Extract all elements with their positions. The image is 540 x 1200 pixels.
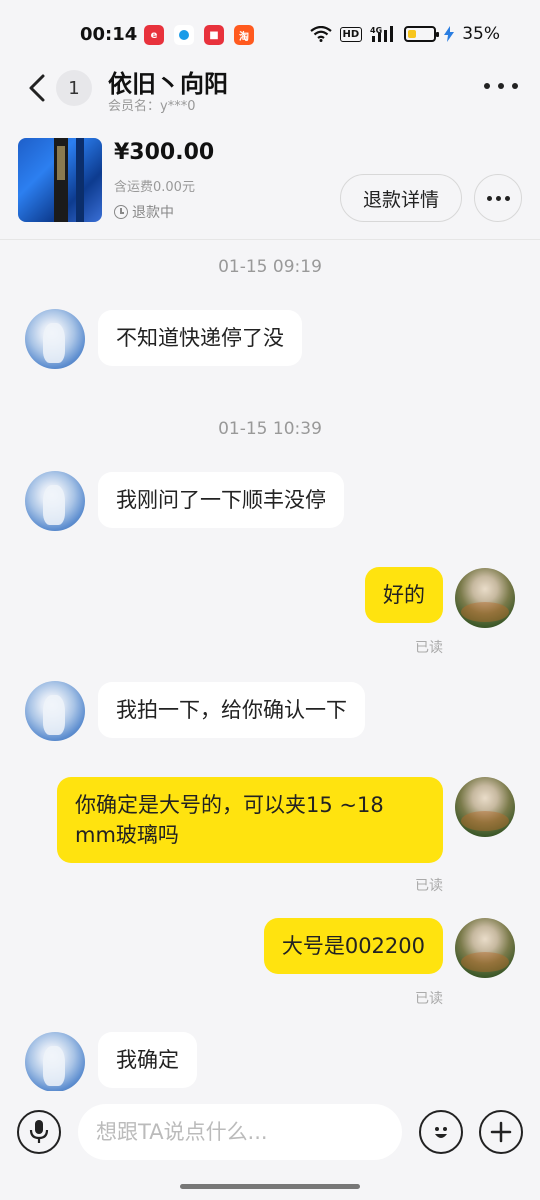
order-card: ¥300.00 含运费0.00元 退款中 退款详情 xyxy=(0,122,540,240)
emoji-button[interactable] xyxy=(419,1110,463,1154)
message-bubble-incoming[interactable]: 不知道快递停了没 xyxy=(98,310,302,366)
plus-icon xyxy=(490,1121,512,1143)
contact-avatar[interactable] xyxy=(25,1032,85,1091)
battery-icon xyxy=(404,26,440,42)
product-thumbnail[interactable] xyxy=(18,138,102,222)
contact-avatar[interactable] xyxy=(25,309,85,369)
message-bubble-outgoing[interactable]: 你确定是大号的，可以夹15 ~18 mm玻璃吗 xyxy=(57,777,443,863)
dot-icon xyxy=(486,195,492,201)
dot-icon xyxy=(512,83,518,89)
notification-icons: e ■ 淘 xyxy=(144,25,254,45)
message-bubble-incoming[interactable]: 我确定 xyxy=(98,1032,197,1088)
message-bubble-outgoing[interactable]: 好的 xyxy=(365,567,443,623)
timestamp: 01-15 10:39 xyxy=(218,419,322,439)
wifi-icon xyxy=(309,26,332,42)
read-receipt: 已读 xyxy=(415,878,443,894)
message-bubble-incoming[interactable]: 我拍一下，给你确认一下 xyxy=(98,682,365,738)
contact-avatar[interactable] xyxy=(25,471,85,531)
app-red-icon: e xyxy=(144,25,164,45)
more-options-button[interactable] xyxy=(484,76,518,96)
dot-icon xyxy=(504,195,510,201)
charging-bolt-icon xyxy=(444,26,455,42)
app-blue-dot-icon xyxy=(174,25,194,45)
chevron-left-icon xyxy=(29,74,45,102)
chat-messages[interactable]: 01-15 09:19 不知道快递停了没 01-15 10:39 我刚问了一下顺… xyxy=(0,241,540,1091)
input-bar xyxy=(0,1092,540,1172)
dot-icon xyxy=(495,195,501,201)
contact-avatar[interactable] xyxy=(25,681,85,741)
signal-icon: 4G xyxy=(370,26,394,42)
app-shop-icon: ■ xyxy=(204,25,224,45)
dot-icon xyxy=(498,83,504,89)
battery-percent: 35% xyxy=(462,24,500,44)
refund-details-button[interactable]: 退款详情 xyxy=(340,174,462,222)
timestamp: 01-15 09:19 xyxy=(218,257,322,277)
my-avatar[interactable] xyxy=(455,918,515,978)
dot-icon xyxy=(484,83,490,89)
smiley-icon xyxy=(435,1127,447,1138)
voice-button[interactable] xyxy=(17,1110,61,1154)
refund-status-text: 退款中 xyxy=(132,205,174,221)
my-avatar[interactable] xyxy=(455,568,515,628)
message-bubble-outgoing[interactable]: 大号是002200 xyxy=(263,918,443,974)
order-price: ¥300.00 xyxy=(114,140,215,165)
my-avatar[interactable] xyxy=(455,777,515,837)
shipping-fee: 含运费0.00元 xyxy=(114,180,195,195)
back-button[interactable] xyxy=(22,68,52,108)
taobao-icon: 淘 xyxy=(234,25,254,45)
message-input[interactable] xyxy=(78,1104,402,1160)
message-bubble-incoming[interactable]: 我刚问了一下顺丰没停 xyxy=(98,472,344,528)
read-receipt: 已读 xyxy=(415,991,443,1007)
status-time: 00:14 xyxy=(80,24,138,45)
chat-header: 1 依旧丶向阳 会员名：y***0 xyxy=(0,60,540,122)
unread-count-badge[interactable]: 1 xyxy=(56,70,92,106)
read-receipt: 已读 xyxy=(415,640,443,656)
clock-icon xyxy=(114,205,128,219)
refund-status: 退款中 xyxy=(114,202,174,222)
hd-badge: HD xyxy=(339,26,363,42)
member-label: 会员名：y***0 xyxy=(108,99,196,114)
home-indicator[interactable] xyxy=(180,1184,360,1189)
microphone-icon xyxy=(29,1120,49,1143)
order-more-button[interactable] xyxy=(474,174,522,222)
add-attachment-button[interactable] xyxy=(479,1110,523,1154)
contact-name: 依旧丶向阳 xyxy=(108,70,228,98)
status-bar: 00:14 e ■ 淘 HD 4G 35% xyxy=(0,0,540,60)
battery-fill xyxy=(408,30,417,38)
status-right: HD 4G 35% xyxy=(309,24,500,44)
